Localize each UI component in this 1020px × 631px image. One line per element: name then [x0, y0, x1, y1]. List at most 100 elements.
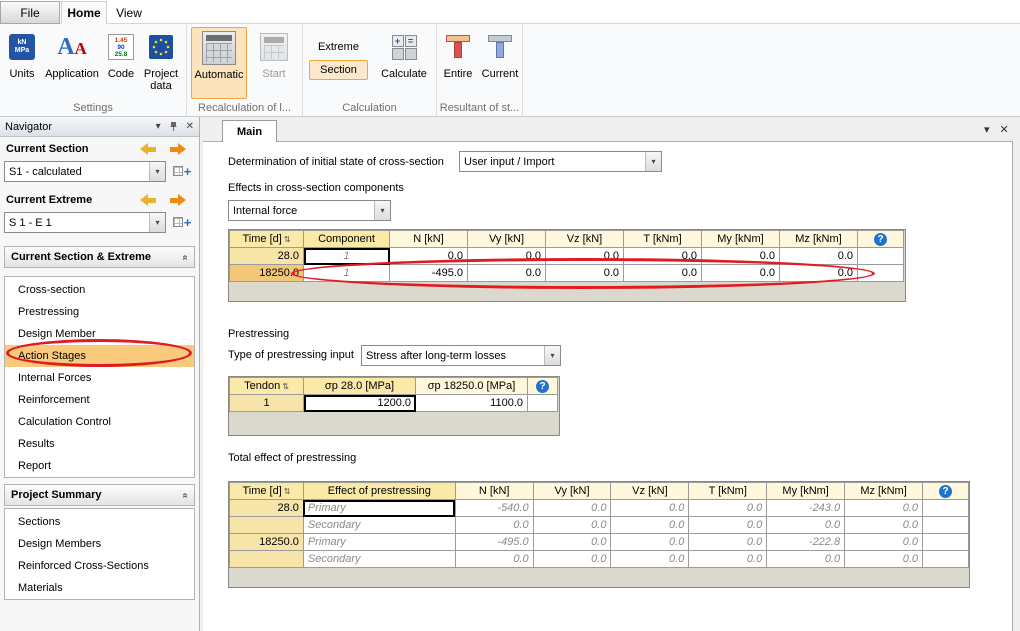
effect-cell[interactable]: Primary: [303, 500, 455, 517]
value-cell[interactable]: 0.0: [546, 265, 624, 282]
sidebar-item-materials[interactable]: Materials: [5, 577, 194, 599]
prestressing-type-select[interactable]: Stress after long-term losses ▾: [361, 345, 561, 366]
panel-close-icon[interactable]: ✕: [186, 121, 194, 132]
section-button[interactable]: Section: [309, 60, 368, 80]
tab-main[interactable]: Main: [222, 120, 277, 142]
help-icon[interactable]: ?: [939, 485, 952, 498]
col-header-mz: Mz [kNm]: [845, 483, 923, 500]
add-extreme-button[interactable]: +: [169, 211, 195, 233]
sidebar-item-internal-forces[interactable]: Internal Forces: [5, 367, 194, 389]
right-arrow-icon: [170, 143, 186, 155]
value-cell[interactable]: -495.0: [390, 265, 468, 282]
value-cell[interactable]: 0.0: [702, 265, 780, 282]
automatic-button[interactable]: Automatic: [191, 27, 247, 99]
chevron-down-icon[interactable]: ▾: [645, 152, 661, 171]
empty-cell: [923, 517, 969, 534]
value-cell[interactable]: 0.0: [780, 265, 858, 282]
value-cell[interactable]: 0.0: [702, 248, 780, 265]
sidebar-item-calculation-control[interactable]: Calculation Control: [5, 411, 194, 433]
effect-cell[interactable]: Secondary: [303, 551, 455, 568]
sort-icon[interactable]: ⇅: [284, 487, 291, 496]
initial-state-select[interactable]: User input / Import ▾: [459, 151, 662, 172]
entire-button[interactable]: Entire: [439, 27, 477, 99]
time-cell[interactable]: 18250.0: [230, 265, 304, 282]
start-button[interactable]: Start: [253, 27, 295, 99]
prev-extreme-button[interactable]: [136, 192, 160, 208]
current-button[interactable]: Current: [479, 27, 521, 99]
group-header-section-extreme[interactable]: Current Section & Extreme «: [4, 246, 195, 268]
units-button[interactable]: kN MPa Units: [4, 27, 40, 99]
effects-type-select[interactable]: Internal force ▾: [228, 200, 391, 221]
table-icon: [173, 217, 183, 227]
col-header-n: N [kN]: [455, 483, 533, 500]
sidebar-item-design-member[interactable]: Design Member: [5, 323, 194, 345]
sidebar-item-report[interactable]: Report: [5, 455, 194, 477]
sidebar-item-sections[interactable]: Sections: [5, 511, 194, 533]
sort-icon[interactable]: ⇅: [282, 382, 289, 391]
help-icon[interactable]: ?: [874, 233, 887, 246]
units-icon: kN MPa: [9, 34, 35, 60]
value-cell[interactable]: 0.0: [546, 248, 624, 265]
prev-section-button[interactable]: [136, 141, 160, 157]
sort-icon[interactable]: ⇅: [284, 235, 291, 244]
chevron-down-icon[interactable]: ▾: [374, 201, 390, 220]
tab-home[interactable]: Home: [61, 1, 107, 24]
time-cell[interactable]: 28.0: [230, 248, 304, 265]
calculate-button[interactable]: + = Calculate: [377, 27, 431, 99]
stress-18250-cell[interactable]: 1100.0: [416, 395, 528, 412]
time-cell[interactable]: [230, 551, 304, 568]
tendon-cell[interactable]: 1: [230, 395, 304, 412]
chevron-down-icon[interactable]: ▾: [149, 213, 165, 232]
entire-label: Entire: [444, 68, 473, 80]
current-extreme-select[interactable]: S 1 - E 1 ▾: [4, 212, 166, 233]
panel-menu-icon[interactable]: ▾: [156, 121, 161, 132]
col-header-stress-28: σp 28.0 [MPa]: [304, 378, 416, 395]
group-header-project-summary[interactable]: Project Summary «: [4, 484, 195, 506]
units-label: Units: [9, 68, 34, 80]
tab-view[interactable]: View: [107, 1, 151, 24]
table-header-row: Time [d]⇅ Component N [kN] Vy [kN] Vz [k…: [230, 231, 904, 248]
calculator-icon: [202, 31, 236, 65]
sidebar-item-results[interactable]: Results: [5, 433, 194, 455]
pin-icon[interactable]: [168, 121, 179, 132]
add-section-button[interactable]: +: [169, 160, 195, 182]
sidebar-item-action-stages[interactable]: Action Stages: [5, 345, 194, 367]
value-cell[interactable]: 0.0: [624, 248, 702, 265]
sidebar-item-reinforced-cross-sections[interactable]: Reinforced Cross-Sections: [5, 555, 194, 577]
time-cell[interactable]: 18250.0: [230, 534, 304, 551]
chevron-down-icon[interactable]: ▾: [149, 162, 165, 181]
sidebar-item-design-members[interactable]: Design Members: [5, 533, 194, 555]
code-button[interactable]: 1.45 90 25.8 Code: [104, 27, 138, 99]
effect-cell[interactable]: Primary: [303, 534, 455, 551]
time-cell[interactable]: [230, 517, 304, 534]
effect-cell[interactable]: Secondary: [303, 517, 455, 534]
table-icon: [173, 166, 183, 176]
help-icon[interactable]: ?: [536, 380, 549, 393]
extreme-button[interactable]: Extreme: [309, 37, 368, 57]
value-cell[interactable]: 0.0: [468, 248, 546, 265]
current-section-select[interactable]: S1 - calculated ▾: [4, 161, 166, 182]
sidebar-item-cross-section[interactable]: Cross-section: [5, 279, 194, 301]
sidebar-item-reinforcement[interactable]: Reinforcement: [5, 389, 194, 411]
chevron-down-icon[interactable]: ▾: [544, 346, 560, 365]
component-cell[interactable]: 1: [304, 248, 390, 265]
code-icon: 1.45 90 25.8: [108, 34, 134, 60]
component-cell[interactable]: 1: [304, 265, 390, 282]
tab-file[interactable]: File: [0, 1, 60, 24]
application-button[interactable]: AA Application: [42, 27, 102, 99]
value-cell[interactable]: 0.0: [780, 248, 858, 265]
value-cell[interactable]: 0.0: [468, 265, 546, 282]
tab-list-icon[interactable]: ▾: [984, 123, 990, 136]
sidebar-item-prestressing[interactable]: Prestressing: [5, 301, 194, 323]
value-cell: 0.0: [611, 517, 689, 534]
stress-28-cell[interactable]: 1200.0: [304, 395, 416, 412]
next-extreme-button[interactable]: [166, 192, 190, 208]
next-section-button[interactable]: [166, 141, 190, 157]
value-cell[interactable]: 0.0: [624, 265, 702, 282]
project-data-button[interactable]: Project data: [139, 27, 183, 99]
value-cell[interactable]: 0.0: [390, 248, 468, 265]
time-cell[interactable]: 28.0: [230, 500, 304, 517]
plus-icon: +: [184, 215, 192, 230]
close-document-icon[interactable]: ✕: [1000, 123, 1009, 136]
units-icon-text1: kN: [18, 39, 27, 47]
